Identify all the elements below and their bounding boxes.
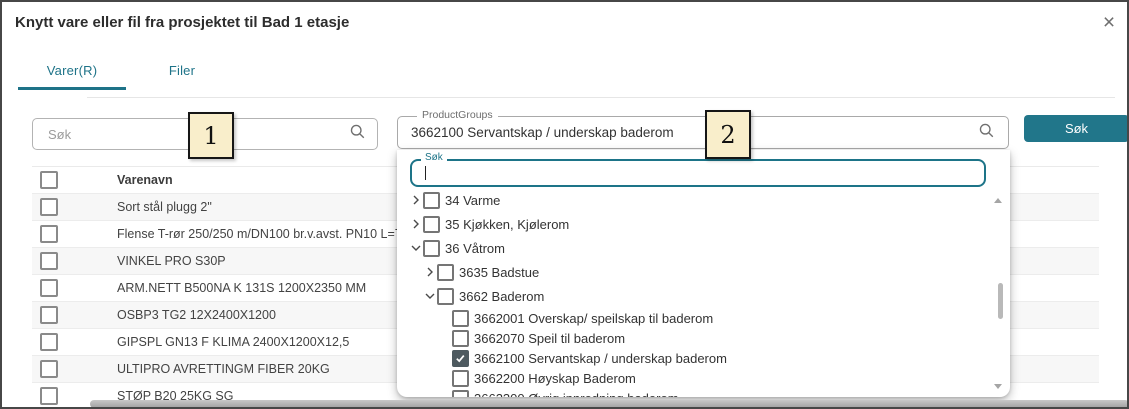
tree-item[interactable]: 3662070 Speil til baderom xyxy=(397,328,992,348)
row-checkbox[interactable] xyxy=(40,387,58,405)
search-icon xyxy=(978,122,995,144)
tree-checkbox[interactable] xyxy=(437,288,454,305)
scrollbar-thumb[interactable] xyxy=(998,283,1003,319)
search-icon xyxy=(349,123,366,145)
product-groups-dropdown-panel: Søk 34 Varme 35 Kjøkken, Kjølerom 36 Våt… xyxy=(397,150,1010,397)
tree-item-label: 34 Varme xyxy=(445,193,500,208)
tree-search-label: Søk xyxy=(421,152,447,163)
text-cursor xyxy=(425,166,426,180)
product-groups-label: ProductGroups xyxy=(417,109,498,121)
tree-item-label: 3662100 Servantskap / underskap baderom xyxy=(474,351,727,366)
tree-item[interactable]: 3662001 Overskap/ speilskap til baderom xyxy=(397,308,992,328)
tree-item-label: 35 Kjøkken, Kjølerom xyxy=(445,217,569,232)
tree-checkbox[interactable] xyxy=(423,192,440,209)
tree-item[interactable]: 3635 Badstue xyxy=(397,260,992,284)
tree-checkbox-checked[interactable] xyxy=(452,350,469,367)
horizontal-scrollbar[interactable] xyxy=(90,400,1129,408)
product-group-tree: 34 Varme 35 Kjøkken, Kjølerom 36 Våtrom … xyxy=(397,188,992,397)
row-checkbox[interactable] xyxy=(40,252,58,270)
tree-checkbox[interactable] xyxy=(437,264,454,281)
tree-item-label: 3635 Badstue xyxy=(459,265,539,280)
row-checkbox[interactable] xyxy=(40,198,58,216)
tree-item-selected[interactable]: 3662100 Servantskap / underskap baderom xyxy=(397,348,992,368)
dialog-title: Knytt vare eller fil fra prosjektet til … xyxy=(15,14,349,31)
tree-checkbox[interactable] xyxy=(452,390,469,398)
row-checkbox[interactable] xyxy=(40,333,58,351)
tab-filer[interactable]: Filer xyxy=(142,52,222,88)
scroll-down-icon[interactable] xyxy=(994,384,1002,389)
select-all-checkbox[interactable] xyxy=(40,171,58,189)
row-checkbox[interactable] xyxy=(40,279,58,297)
column-header-varenavn: Varenavn xyxy=(117,173,173,187)
scroll-up-icon[interactable] xyxy=(994,198,1002,203)
tree-item[interactable]: 35 Kjøkken, Kjølerom xyxy=(397,212,992,236)
chevron-right-icon[interactable] xyxy=(423,267,437,277)
search-button[interactable]: Søk xyxy=(1024,115,1129,142)
chevron-right-icon[interactable] xyxy=(409,195,423,205)
tabbar-divider xyxy=(87,97,1115,98)
chevron-down-icon[interactable] xyxy=(409,243,423,253)
tree-item-label: 3662001 Overskap/ speilskap til baderom xyxy=(474,311,713,326)
tree-search-field[interactable] xyxy=(410,159,986,187)
row-checkbox[interactable] xyxy=(40,360,58,378)
tree-checkbox[interactable] xyxy=(423,216,440,233)
annotation-mark-2: 2 xyxy=(705,110,751,159)
row-checkbox[interactable] xyxy=(40,306,58,324)
tree-checkbox[interactable] xyxy=(452,310,469,327)
tab-varer[interactable]: Varer(R) xyxy=(18,52,126,88)
tree-item-label: 3662200 Høyskap Baderom xyxy=(474,371,636,386)
tree-item[interactable]: 3662 Baderom xyxy=(397,284,992,308)
tree-item[interactable]: 36 Våtrom xyxy=(397,236,992,260)
tree-item-label: 3662300 Øvrig innredning baderom xyxy=(474,391,679,398)
annotation-mark-1: 1 xyxy=(188,112,234,159)
chevron-down-icon[interactable] xyxy=(423,291,437,301)
tree-item-label: 36 Våtrom xyxy=(445,241,505,256)
chevron-right-icon[interactable] xyxy=(409,219,423,229)
tree-item[interactable]: 3662200 Høyskap Baderom xyxy=(397,368,992,388)
tree-item-label: 3662070 Speil til baderom xyxy=(474,331,625,346)
tree-checkbox[interactable] xyxy=(452,370,469,387)
tree-item[interactable]: 3662300 Øvrig innredning baderom xyxy=(397,388,992,397)
tree-checkbox[interactable] xyxy=(452,330,469,347)
tree-item-label: 3662 Baderom xyxy=(459,289,544,304)
product-groups-value: 3662100 Servantskap / underskap baderom xyxy=(411,125,978,140)
tree-checkbox[interactable] xyxy=(423,240,440,257)
dialog-link-item-to-room: Knytt vare eller fil fra prosjektet til … xyxy=(0,0,1129,409)
close-icon[interactable]: × xyxy=(1096,10,1122,36)
row-checkbox[interactable] xyxy=(40,225,58,243)
tree-item[interactable]: 34 Varme xyxy=(397,188,992,212)
active-tab-indicator xyxy=(18,87,126,90)
